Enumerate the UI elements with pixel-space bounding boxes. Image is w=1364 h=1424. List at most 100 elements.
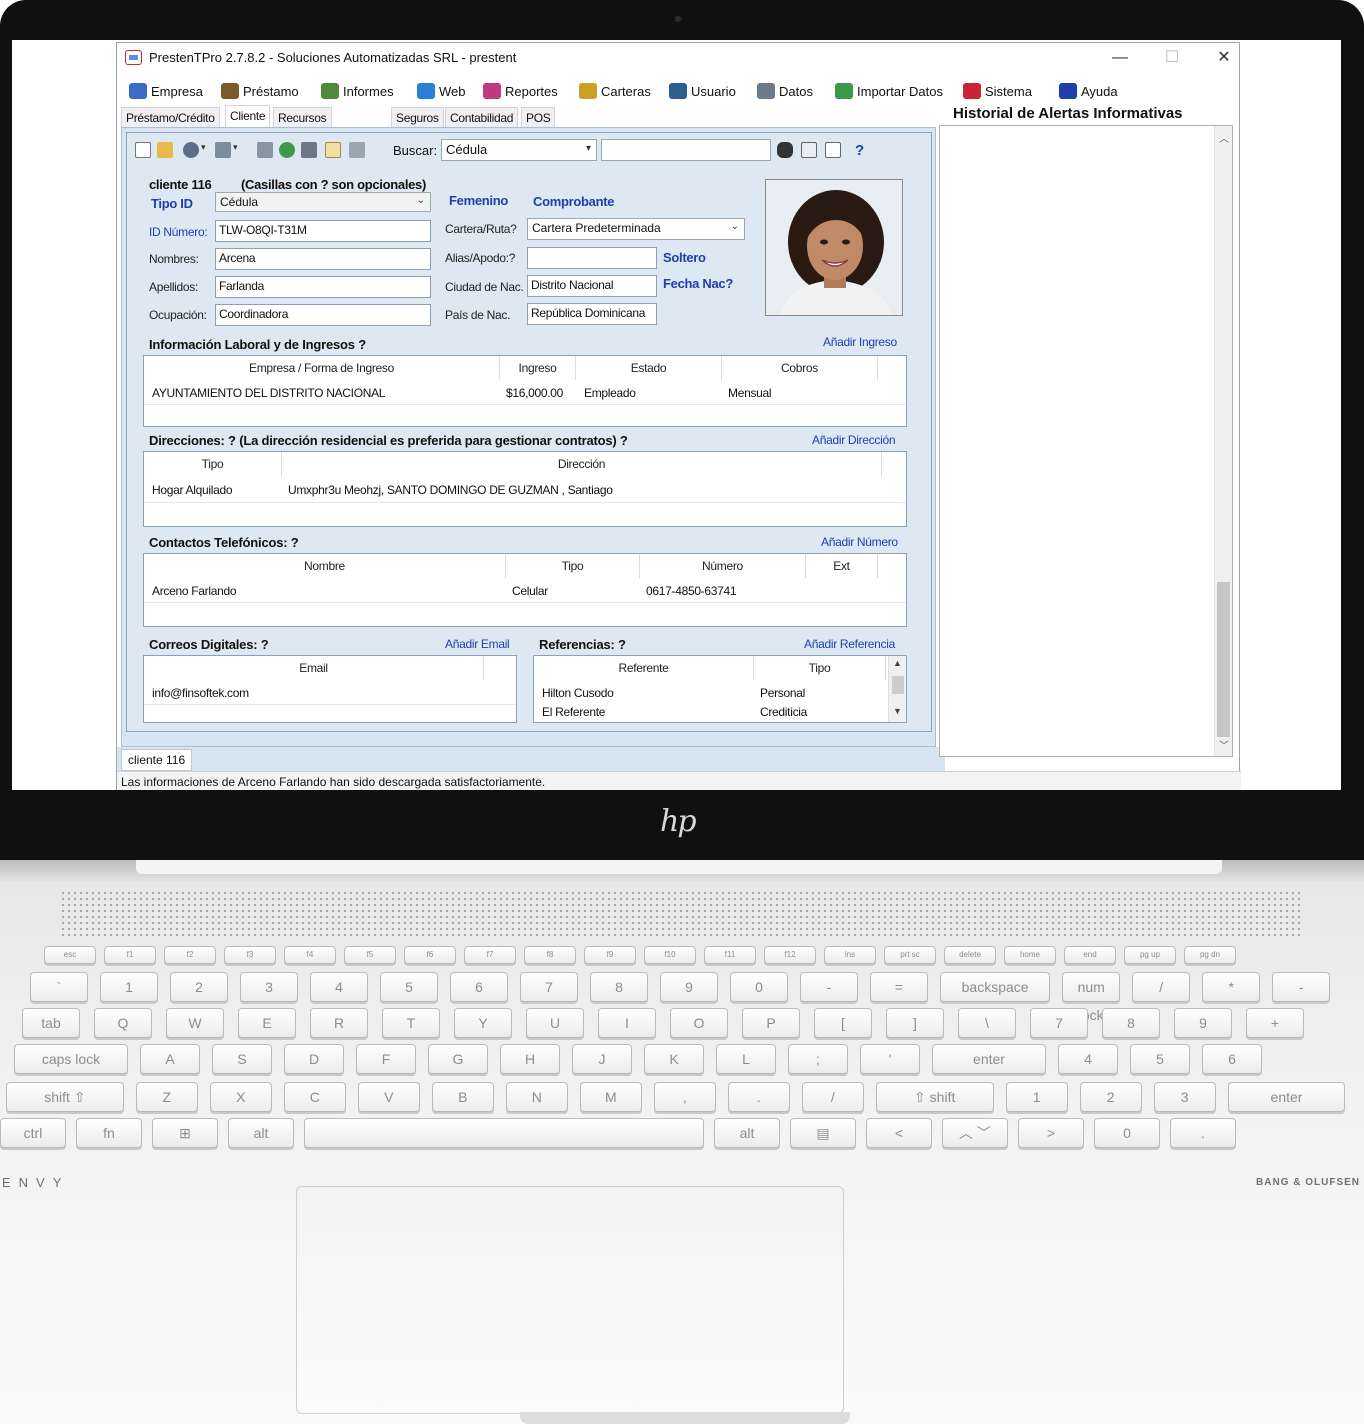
menu-empresa[interactable]: Empresa: [129, 80, 203, 102]
tab-recursos-humanos[interactable]: Recursos Humanos: [273, 107, 333, 139]
client-bottom-tab[interactable]: cliente 116: [121, 749, 193, 771]
key: 2: [170, 972, 228, 1002]
user-icon: [669, 83, 687, 99]
maximize-button[interactable]: ☐: [1157, 47, 1187, 69]
surnames-field[interactable]: Farlanda: [215, 276, 431, 298]
speaker-grille: [60, 890, 1304, 940]
menu-carteras[interactable]: Carteras: [579, 80, 651, 102]
calculator-icon[interactable]: [301, 142, 317, 158]
copy-icon[interactable]: [349, 142, 365, 158]
references-scrollbar[interactable]: ▲ ▼: [888, 656, 906, 722]
key: ;: [788, 1044, 848, 1074]
title-bar: PrestenTPro 2.7.8.2 - Soluciones Automat…: [117, 43, 1239, 73]
names-field[interactable]: Arcena: [215, 248, 431, 270]
chevron-down-icon[interactable]: ▾: [201, 142, 209, 158]
search-by-select[interactable]: Cédula ▾: [441, 139, 597, 161]
alerts-scrollbar[interactable]: ︿ ﹀: [1214, 126, 1232, 756]
civil-status-link[interactable]: Soltero: [663, 250, 706, 265]
people-icon: [483, 83, 501, 99]
menu-sistema[interactable]: Sistema: [963, 80, 1032, 102]
add-email-link[interactable]: Añadir Email: [445, 637, 510, 651]
birth-city-field[interactable]: Distrito Nacional: [527, 275, 657, 297]
edit-icon[interactable]: [157, 142, 173, 158]
chevron-down-icon[interactable]: ▾: [233, 142, 241, 158]
clipboard-icon[interactable]: [801, 142, 817, 158]
menu-ayuda[interactable]: Ayuda: [1059, 80, 1118, 102]
window-title: PrestenTPro 2.7.8.2 - Soluciones Automat…: [149, 50, 517, 65]
help-icon[interactable]: ?: [855, 142, 871, 159]
menu-informes[interactable]: Informes: [321, 80, 394, 102]
contacts-icon[interactable]: [215, 142, 231, 158]
income-col-status: Estado: [576, 356, 722, 380]
phone-name: Arceno Farlando: [152, 584, 237, 598]
voucher-link[interactable]: Comprobante: [533, 194, 615, 209]
key: esc: [44, 946, 96, 964]
scroll-thumb[interactable]: [892, 676, 904, 694]
user-icon[interactable]: [183, 142, 199, 158]
tab-contabilidad[interactable]: Contabilidad: [445, 107, 519, 127]
add-phone-link[interactable]: Añadir Número: [821, 535, 898, 549]
add-reference-link[interactable]: Añadir Referencia: [804, 637, 895, 651]
tab-prestamo-credito[interactable]: Préstamo/Crédito: [121, 107, 220, 127]
minimize-button[interactable]: —: [1105, 47, 1135, 69]
references-grid: Referente Tipo Hilton Cusodo Personal El…: [533, 655, 907, 723]
app-icon: [963, 83, 981, 99]
scroll-down-icon[interactable]: ▼: [893, 706, 902, 716]
add-income-link[interactable]: Añadir Ingreso: [823, 335, 897, 349]
surnames-label: Apellidos:: [149, 280, 199, 294]
income-company: AYUNTAMIENTO DEL DISTRITO NACIONAL: [152, 386, 386, 400]
birth-date-link[interactable]: Fecha Nac?: [663, 276, 733, 291]
client-photo[interactable]: [765, 179, 903, 316]
menu-label: Sistema: [985, 83, 1032, 99]
add-address-link[interactable]: Añadir Dirección: [812, 433, 896, 447]
gender-link[interactable]: Femenino: [449, 193, 508, 208]
scroll-down-icon[interactable]: ﹀: [1215, 737, 1233, 752]
phones-title: Contactos Telefónicos: ?: [149, 535, 299, 550]
scroll-thumb[interactable]: [1217, 582, 1230, 737]
money-icon[interactable]: [279, 142, 295, 158]
mail-icon[interactable]: [325, 142, 341, 158]
scroll-up-icon[interactable]: ︿: [1215, 130, 1233, 145]
menu-reportes[interactable]: Reportes: [483, 80, 558, 102]
binoculars-icon[interactable]: [777, 142, 793, 158]
portfolio-select[interactable]: Cartera Predeterminada ⌄: [527, 218, 745, 240]
client-form: ▾ ▾ Buscar: Cédula ▾ ? cliente 116 (Casi…: [126, 132, 932, 732]
reference-col-type: Tipo: [754, 656, 886, 680]
key: f12: [764, 946, 816, 964]
menu-label: Web: [439, 83, 466, 99]
key: <: [866, 1118, 932, 1148]
scroll-up-icon[interactable]: ▲: [893, 658, 902, 668]
key: 7: [520, 972, 578, 1002]
key: C: [283, 1082, 346, 1112]
id-number-field[interactable]: TLW-O8QI-T31M: [215, 220, 431, 242]
menu-usuario[interactable]: Usuario: [669, 80, 736, 102]
close-button[interactable]: ✕: [1209, 47, 1239, 69]
key: delete: [944, 946, 996, 964]
birth-country-field[interactable]: República Dominicana: [527, 303, 657, 325]
contacts-icon: [757, 83, 775, 99]
tab-seguros[interactable]: Seguros: [391, 107, 444, 127]
tab-pos[interactable]: POS: [521, 107, 556, 127]
key: 0: [1094, 1118, 1160, 1148]
menu-web[interactable]: Web: [417, 80, 466, 102]
new-icon[interactable]: [135, 142, 151, 158]
key: ctrl: [0, 1118, 66, 1148]
occupation-field[interactable]: Coordinadora: [215, 304, 431, 326]
ledger-icon[interactable]: [257, 142, 273, 158]
alias-field[interactable]: [527, 247, 657, 269]
menu-pr-stamo[interactable]: Préstamo: [221, 80, 299, 102]
menu-datos[interactable]: Datos: [757, 80, 813, 102]
eraser-icon[interactable]: [825, 142, 841, 158]
envy-brand: ENVY: [2, 1175, 70, 1190]
emails-title: Correos Digitales: ?: [149, 637, 269, 652]
alerts-panel[interactable]: ︿ ﹀: [939, 125, 1233, 757]
key: ︿ ﹀: [942, 1118, 1008, 1148]
key: \: [958, 1008, 1016, 1038]
id-type-select[interactable]: Cédula ⌄: [215, 192, 431, 212]
menu-importar-datos[interactable]: Importar Datos: [835, 80, 943, 102]
search-input[interactable]: [601, 139, 771, 161]
tab-cliente[interactable]: Cliente: [225, 105, 271, 127]
key: enter: [1227, 1082, 1346, 1112]
hinge-notch: [136, 860, 1222, 874]
key: 9: [1174, 1008, 1232, 1038]
